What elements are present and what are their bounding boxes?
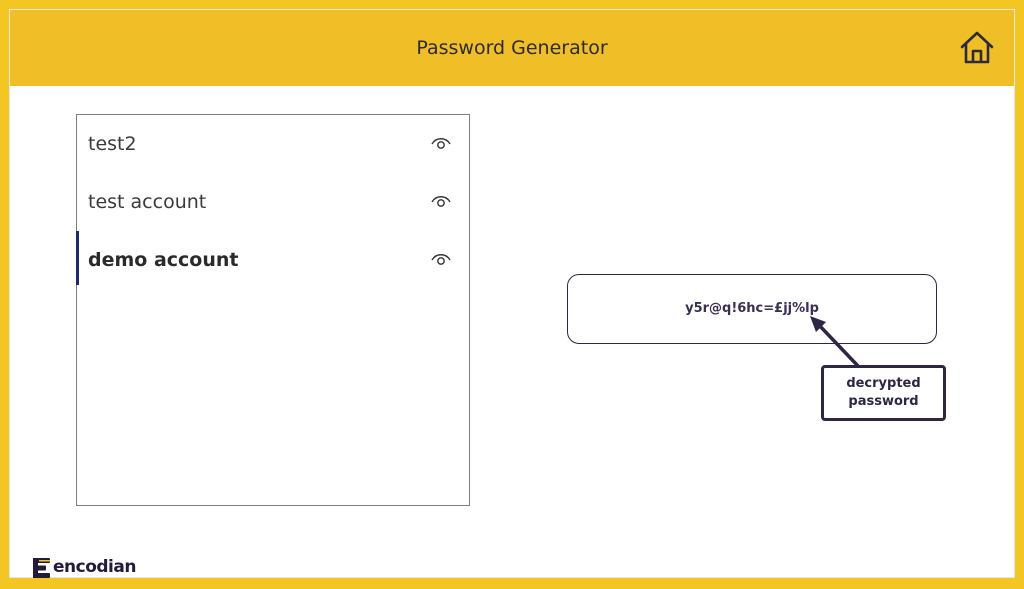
account-name: test account: [88, 191, 207, 213]
decrypted-password-value: y5r@q!6hc=£jj%lp: [685, 301, 819, 316]
eye-icon[interactable]: [431, 251, 451, 267]
encodian-logo-icon: [33, 558, 50, 578]
eye-icon[interactable]: [431, 135, 451, 151]
account-name: demo account: [88, 249, 239, 271]
home-button[interactable]: [958, 28, 996, 66]
list-item[interactable]: test account: [77, 173, 469, 231]
home-icon: [960, 31, 994, 64]
app-frame: Password Generator test2 test account de…: [10, 10, 1014, 578]
callout-line1: decrypted: [846, 376, 921, 391]
eye-icon[interactable]: [431, 193, 451, 209]
decrypted-password-box: y5r@q!6hc=£jj%lp: [567, 274, 937, 344]
brand-name: encodian: [53, 557, 136, 577]
selection-indicator: [76, 231, 79, 285]
list-item-selected[interactable]: demo account: [76, 231, 469, 289]
accounts-gallery: test2 test account demo account: [76, 114, 470, 506]
header-bar: Password Generator: [10, 10, 1014, 86]
account-name: test2: [88, 133, 137, 155]
annotation-arrow: [810, 316, 860, 368]
list-item[interactable]: test2: [77, 115, 469, 173]
callout-line2: password: [848, 394, 919, 409]
page-title: Password Generator: [416, 37, 608, 59]
annotation-callout: decrypted password: [821, 365, 946, 421]
